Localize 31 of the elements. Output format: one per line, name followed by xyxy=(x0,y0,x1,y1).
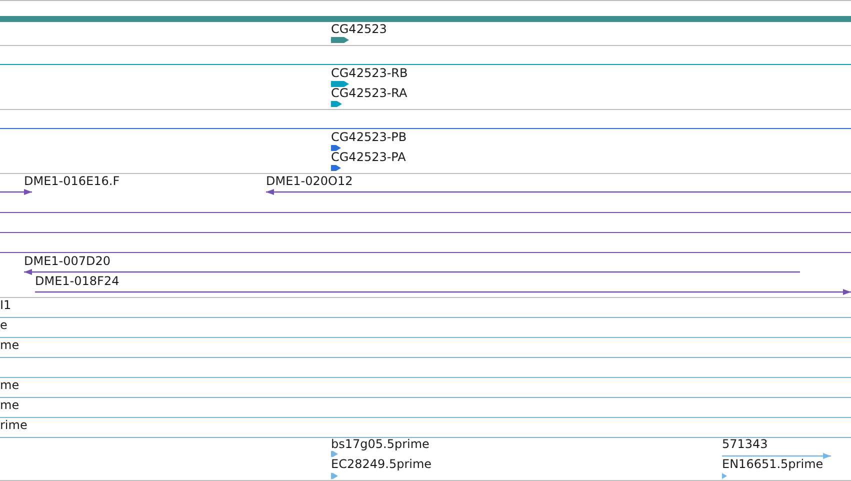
feature-arrow-icon[interactable] xyxy=(331,451,338,457)
feature-label[interactable]: CG42523 xyxy=(331,22,387,36)
feature-label[interactable]: CG42523-PB xyxy=(331,130,407,144)
feature-label[interactable]: DME1-016E16.F xyxy=(24,174,120,188)
feature-line[interactable] xyxy=(266,189,851,195)
feature-label[interactable]: e xyxy=(0,318,8,332)
feature-arrow-icon[interactable] xyxy=(331,165,341,171)
feature-label[interactable]: 571343 xyxy=(722,437,768,451)
feature-arrow-icon[interactable] xyxy=(331,101,342,107)
feature-arrow-icon[interactable] xyxy=(331,473,338,479)
feature-label[interactable]: DME1-020O12 xyxy=(266,174,353,188)
feature-label[interactable]: EC28249.5prime xyxy=(331,457,432,471)
feature-label[interactable]: CG42523-RB xyxy=(331,66,408,80)
feature-label[interactable]: CG42523-RA xyxy=(331,86,408,100)
feature-line[interactable] xyxy=(0,189,32,195)
feature-label[interactable]: me xyxy=(0,398,20,412)
feature-label[interactable]: DME1-018F24 xyxy=(35,274,120,288)
feature-arrow-icon[interactable] xyxy=(722,473,727,479)
feature-label[interactable]: rime xyxy=(0,418,28,432)
feature-label[interactable]: bs17g05.5prime xyxy=(331,437,430,451)
feature-label[interactable]: DME1-007D20 xyxy=(24,254,111,268)
feature-label[interactable]: CG42523-PA xyxy=(331,150,406,164)
feature-line[interactable] xyxy=(35,289,851,295)
feature-line[interactable] xyxy=(24,269,800,275)
feature-label[interactable]: EN16651.5prime xyxy=(722,457,824,471)
feature-label[interactable]: I1 xyxy=(0,298,12,312)
feature-arrow-icon[interactable] xyxy=(331,81,349,87)
feature-arrow-icon[interactable] xyxy=(331,145,341,151)
feature-label[interactable]: me xyxy=(0,338,20,352)
feature-label[interactable]: me xyxy=(0,378,20,392)
feature-arrow-icon[interactable] xyxy=(331,37,349,43)
